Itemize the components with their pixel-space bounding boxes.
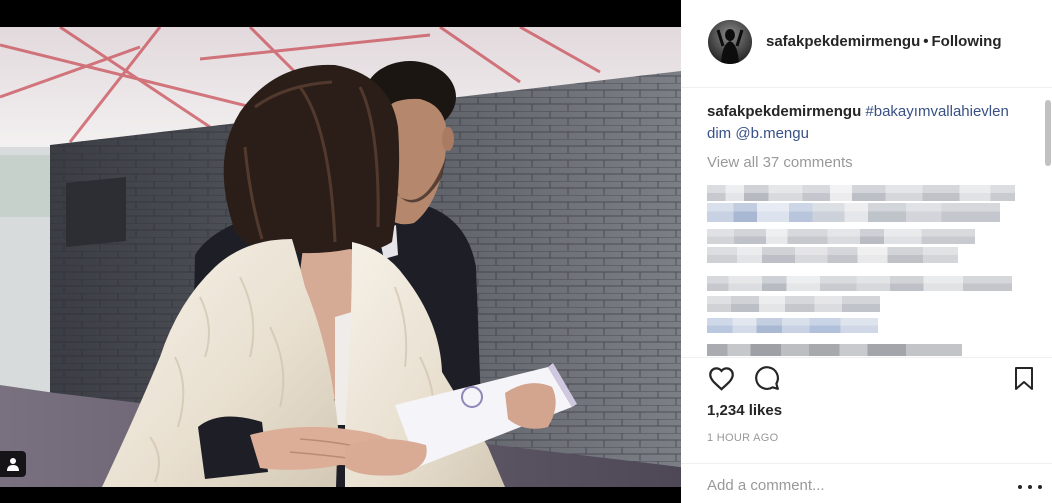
header-text: safakpekdemirmengu • Following [766,31,1001,53]
post-media-pane [0,0,681,503]
more-options-icon-dot [1038,485,1042,489]
post-timestamp[interactable]: 1 HOUR AGO [707,432,778,444]
profile-avatar-image [708,20,752,64]
author-username[interactable]: safakpekdemirmengu [766,33,920,50]
like-button[interactable] [707,364,735,392]
post-actions: 1,234 likes 1 HOUR AGO [681,357,1052,464]
photo-man-ear [442,127,454,151]
blurred-comment [707,276,1012,291]
post-header: safakpekdemirmengu • Following [681,0,1052,88]
comments-scrollbar[interactable] [1045,98,1051,356]
likes-count[interactable]: 1,234 likes [707,400,782,422]
scrollbar-thumb[interactable] [1045,100,1051,166]
clipped-comment [707,344,962,356]
bookmark-outline-icon [1015,366,1033,390]
post-sidebar: safakpekdemirmengu • Following safakpekdem… [681,0,1052,503]
photo-window [0,155,52,217]
blurred-comment [707,185,1015,201]
user-tag-button[interactable] [0,451,26,477]
more-options-icon-dot [1028,485,1032,489]
comment-bubble-icon [755,366,779,390]
blurred-comment [707,296,880,312]
blurred-comment [707,247,958,263]
caption-mention[interactable]: @b.mengu [735,125,809,142]
view-all-comments-link[interactable]: View all 37 comments [707,152,853,174]
post-photo[interactable] [0,27,681,487]
caption-username[interactable]: safakpekdemirmengu [707,103,861,120]
follow-button[interactable]: Following [932,33,1002,50]
photo-wall-speaker [66,177,126,247]
author-avatar[interactable] [708,20,752,64]
comments-list[interactable]: safakpekdemirmengu #bakayımvallahievlend… [707,100,1041,356]
post-caption: safakpekdemirmengu #bakayımvallahievlend… [707,101,1013,145]
blurred-comment [707,318,878,333]
add-comment-input[interactable] [707,474,1007,496]
more-options-button[interactable] [1018,481,1042,493]
heart-outline-icon [708,366,734,391]
blurred-comment [707,203,1000,222]
blurred-comment [707,229,975,244]
comment-button[interactable] [753,364,781,392]
user-tag-icon [7,458,19,471]
save-button[interactable] [1012,364,1036,392]
more-options-icon [1018,485,1022,489]
header-separator: • [923,33,929,50]
photo-man-hand [505,383,556,429]
